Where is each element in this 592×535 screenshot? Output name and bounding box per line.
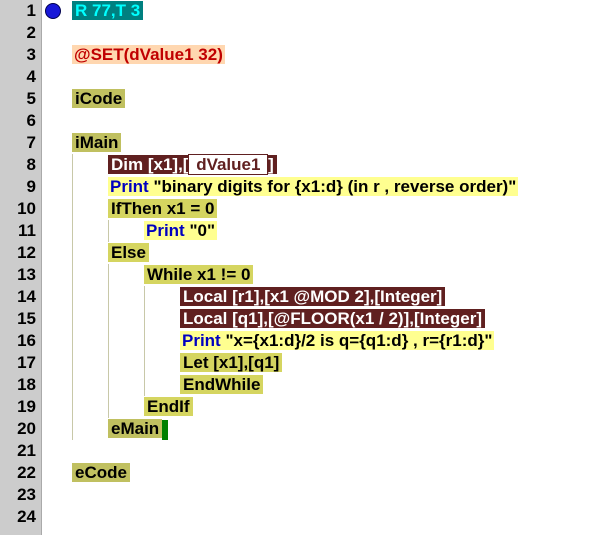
set-directive: @SET(dValue1 32) xyxy=(72,45,225,64)
line-num[interactable]: 17 xyxy=(0,352,41,374)
code-line[interactable]: Print "x={x1:d}/2 is q={q1:d} , r={r1:d}… xyxy=(64,330,592,352)
code-line[interactable]: iMain xyxy=(64,132,592,154)
code-line[interactable]: Let [x1],[q1] xyxy=(64,352,592,374)
line-num[interactable]: 24 xyxy=(0,506,41,528)
code-line[interactable] xyxy=(64,506,592,528)
code-line[interactable] xyxy=(64,66,592,88)
code-line[interactable] xyxy=(64,22,592,44)
code-line[interactable]: Local [q1],[@FLOOR(x1 / 2)],[Integer] xyxy=(64,308,592,330)
icode-kw: iCode xyxy=(72,89,125,108)
print-stmt: Print "0" xyxy=(144,221,217,240)
line-num[interactable]: 12 xyxy=(0,242,41,264)
code-line[interactable]: eMain xyxy=(64,418,592,440)
code-line[interactable]: Print "binary digits for {x1:d} (in r , … xyxy=(64,176,592,198)
else-stmt: Else xyxy=(108,243,149,262)
print-stmt: Print "x={x1:d}/2 is q={q1:d} , r={r1:d}… xyxy=(180,331,494,350)
breakpoint-icon[interactable] xyxy=(45,3,61,19)
emain-kw: eMain xyxy=(108,419,162,438)
line-num[interactable]: 20 xyxy=(0,418,41,440)
line-num[interactable]: 13 xyxy=(0,264,41,286)
endwhile-stmt: EndWhile xyxy=(180,375,263,394)
while-stmt: While x1 != 0 xyxy=(144,265,253,284)
code-line[interactable]: Local [r1],[x1 @MOD 2],[Integer] xyxy=(64,286,592,308)
line-num[interactable]: 23 xyxy=(0,484,41,506)
dim-stmt: Dim [x1],[ dValue1 ] xyxy=(108,155,277,174)
code-line[interactable]: Else xyxy=(64,242,592,264)
code-editor: 1 2 3 4 5 6 7 8 9 10 11 12 13 14 15 16 1… xyxy=(0,0,592,535)
line-num[interactable]: 19 xyxy=(0,396,41,418)
code-line[interactable]: EndIf xyxy=(64,396,592,418)
code-line[interactable]: While x1 != 0 xyxy=(64,264,592,286)
line-num[interactable]: 16 xyxy=(0,330,41,352)
code-line[interactable] xyxy=(64,484,592,506)
ifthen-stmt: IfThen x1 = 0 xyxy=(108,199,217,218)
line-num[interactable]: 18 xyxy=(0,374,41,396)
line-num[interactable]: 10 xyxy=(0,198,41,220)
code-line[interactable]: R 77,T 3 xyxy=(64,0,592,22)
ecode-kw: eCode xyxy=(72,463,130,482)
line-num[interactable]: 14 xyxy=(0,286,41,308)
code-area[interactable]: R 77,T 3 @SET(dValue1 32) iCode iMain Di… xyxy=(64,0,592,535)
line-gutter: 1 2 3 4 5 6 7 8 9 10 11 12 13 14 15 16 1… xyxy=(0,0,42,535)
code-line[interactable]: iCode xyxy=(64,88,592,110)
code-line[interactable]: @SET(dValue1 32) xyxy=(64,44,592,66)
line-num[interactable]: 6 xyxy=(0,110,41,132)
code-line[interactable]: eCode xyxy=(64,462,592,484)
line-num[interactable]: 11 xyxy=(0,220,41,242)
line-num[interactable]: 15 xyxy=(0,308,41,330)
code-line[interactable]: Dim [x1],[ dValue1 ] xyxy=(64,154,592,176)
line-num[interactable]: 4 xyxy=(0,66,41,88)
endif-stmt: EndIf xyxy=(144,397,193,416)
code-line[interactable] xyxy=(64,440,592,462)
code-line[interactable] xyxy=(64,110,592,132)
imain-kw: iMain xyxy=(72,133,121,152)
local-stmt: Local [q1],[@FLOOR(x1 / 2)],[Integer] xyxy=(180,309,485,328)
line-num[interactable]: 21 xyxy=(0,440,41,462)
line-num[interactable]: 7 xyxy=(0,132,41,154)
line-num[interactable]: 22 xyxy=(0,462,41,484)
code-line[interactable]: IfThen x1 = 0 xyxy=(64,198,592,220)
code-line[interactable]: Print "0" xyxy=(64,220,592,242)
print-stmt: Print "binary digits for {x1:d} (in r , … xyxy=(108,177,518,196)
cursor-icon xyxy=(162,420,168,440)
status-token: R 77,T 3 xyxy=(72,1,143,20)
local-stmt: Local [r1],[x1 @MOD 2],[Integer] xyxy=(180,287,445,306)
line-num[interactable]: 1 xyxy=(0,0,41,22)
breakpoint-gutter[interactable] xyxy=(42,0,64,535)
code-line[interactable]: EndWhile xyxy=(64,374,592,396)
line-num[interactable]: 9 xyxy=(0,176,41,198)
line-num[interactable]: 3 xyxy=(0,44,41,66)
line-num[interactable]: 5 xyxy=(0,88,41,110)
line-num[interactable]: 8 xyxy=(0,154,41,176)
line-num[interactable]: 2 xyxy=(0,22,41,44)
let-stmt: Let [x1],[q1] xyxy=(180,353,282,372)
